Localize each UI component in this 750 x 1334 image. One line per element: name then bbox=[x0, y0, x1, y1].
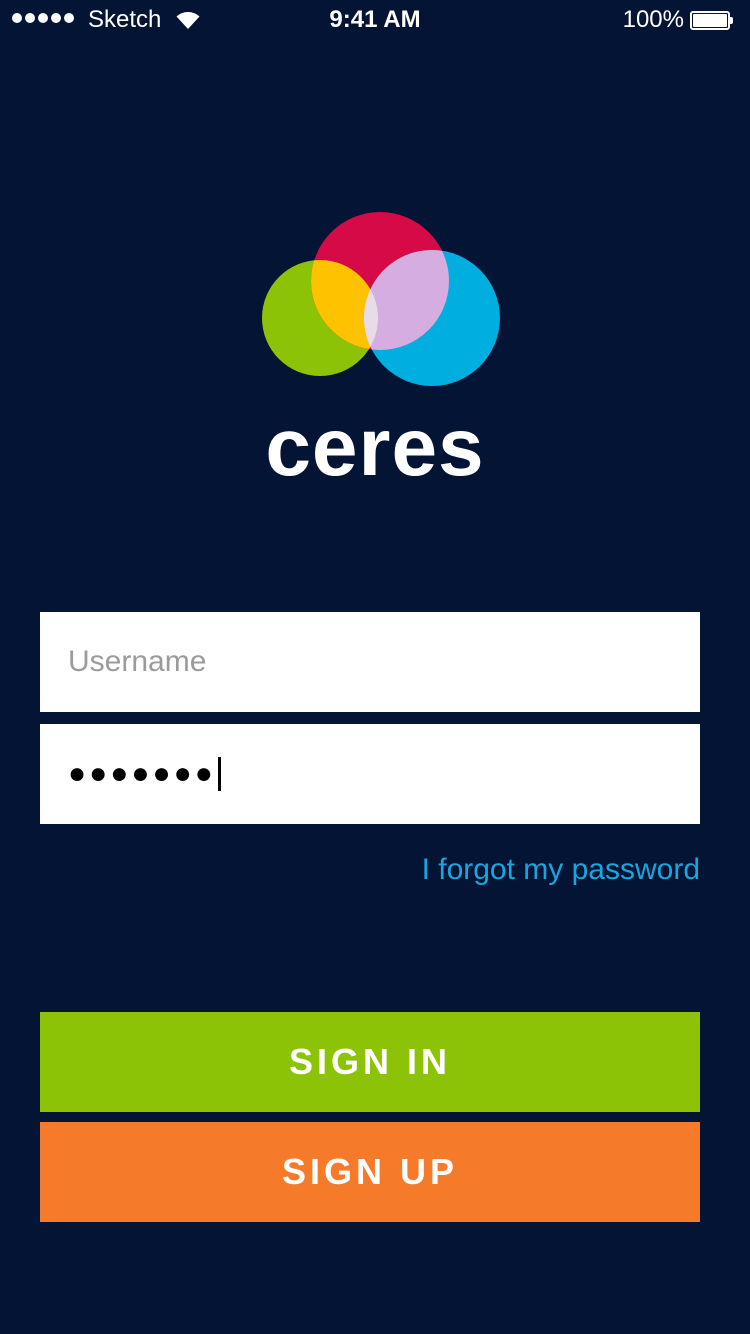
battery-percentage: 100% bbox=[622, 6, 684, 33]
app-wordmark: ceres bbox=[265, 402, 485, 493]
sign-up-button[interactable]: SIGN UP bbox=[40, 1122, 700, 1222]
text-cursor bbox=[217, 757, 221, 791]
status-bar: Sketch 9:41 AM 100% bbox=[0, 0, 750, 40]
username-field[interactable] bbox=[40, 612, 700, 712]
forgot-password-link[interactable]: I forgot my password bbox=[422, 850, 700, 890]
password-masked-value: ●●●●●●● bbox=[68, 757, 216, 790]
password-field[interactable]: ●●●●●●● bbox=[40, 724, 700, 824]
battery-icon bbox=[690, 11, 734, 30]
username-input[interactable] bbox=[68, 645, 672, 679]
sign-in-button[interactable]: SIGN IN bbox=[40, 1012, 700, 1112]
ceres-logo-icon bbox=[262, 212, 500, 386]
